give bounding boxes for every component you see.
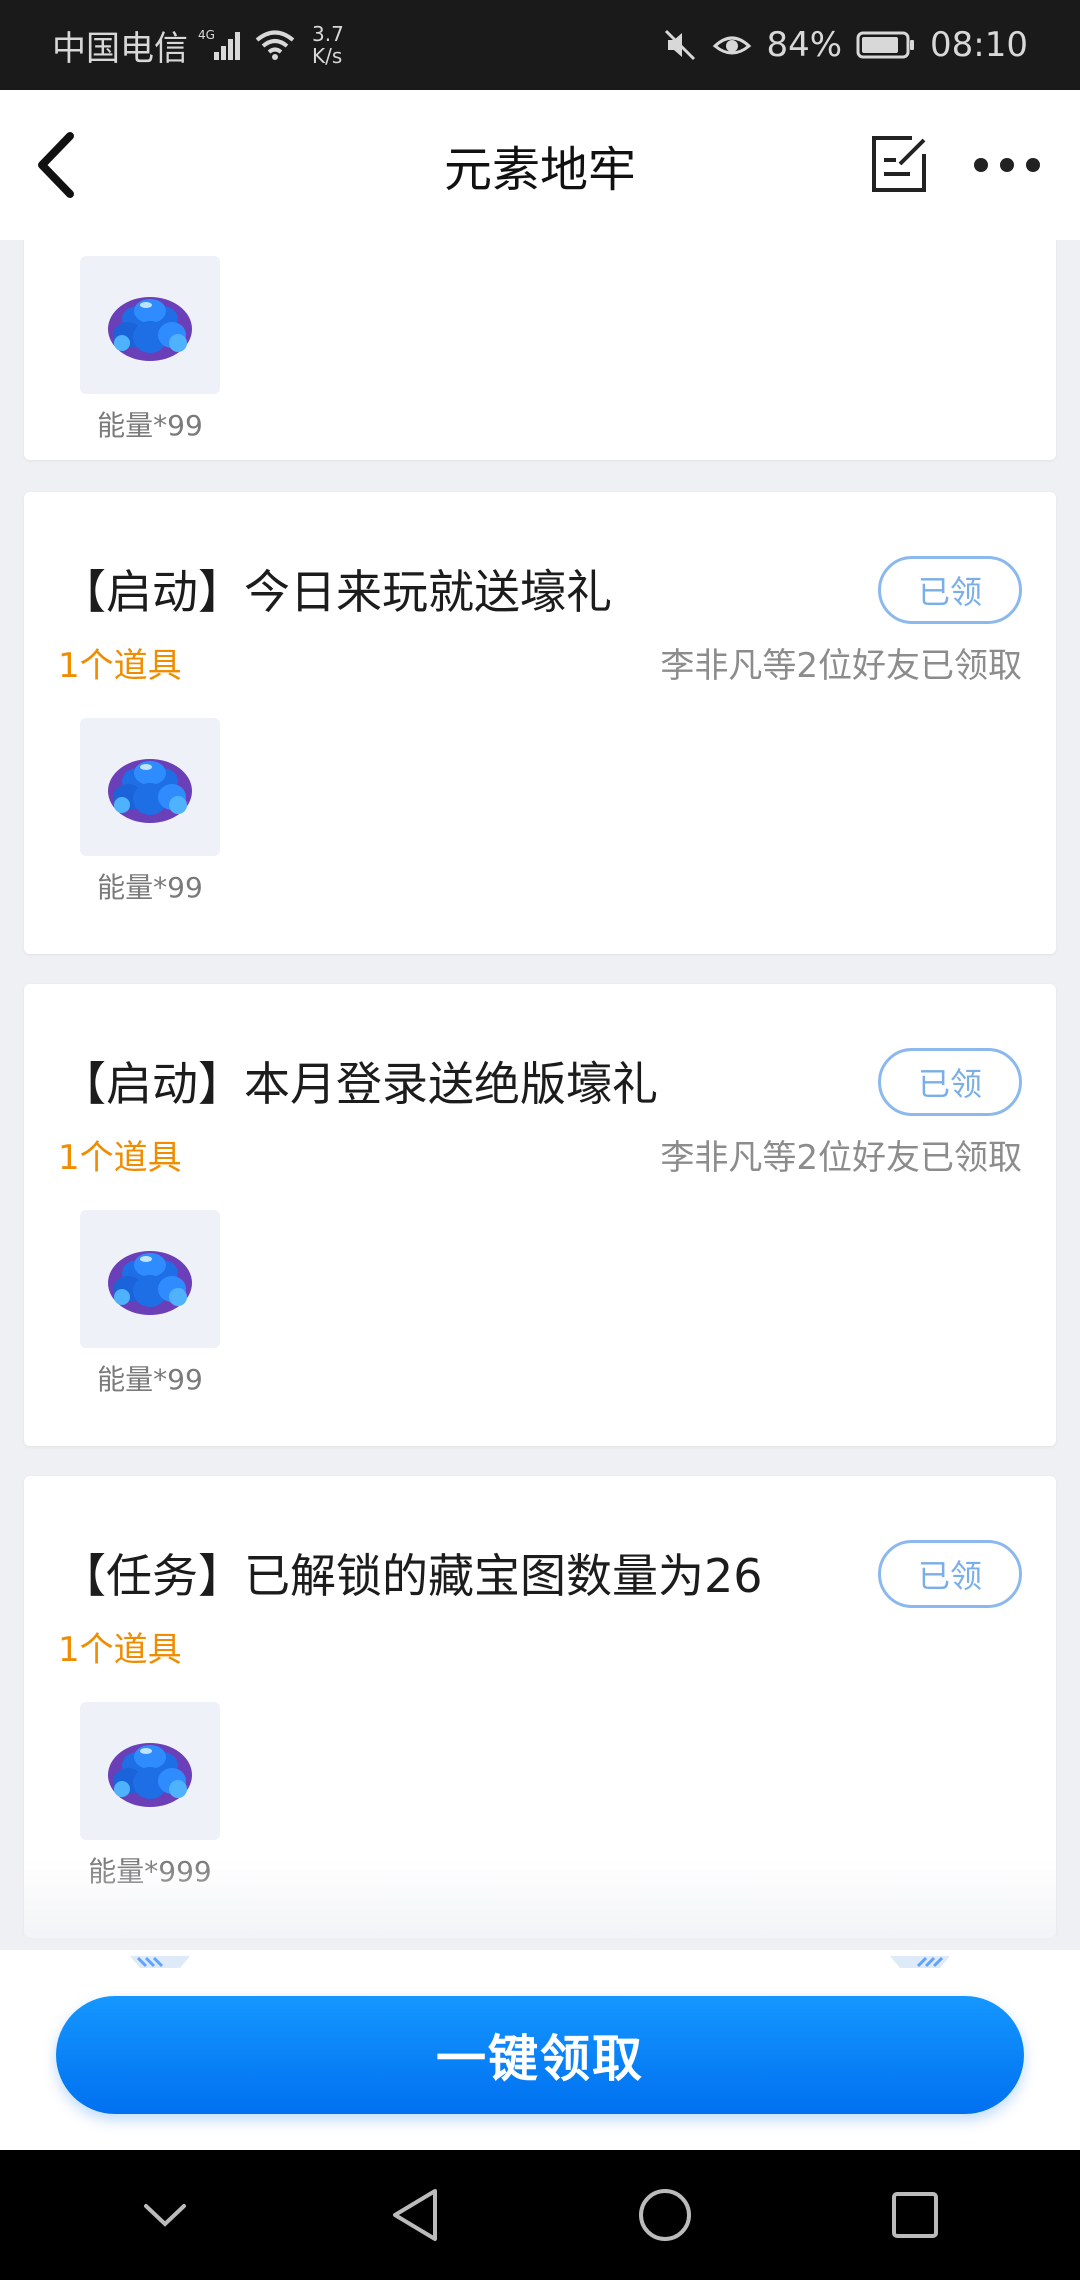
edit-button[interactable] <box>866 132 932 198</box>
card-title: 【任务】已解锁的藏宝图数量为26 <box>60 1549 763 1603</box>
carrier-label: 中国电信 <box>52 28 188 69</box>
energy-crystal-icon <box>108 1743 192 1807</box>
decoration-stripes-icon <box>130 1956 190 1968</box>
back-button[interactable] <box>20 130 90 200</box>
hide-nav-button[interactable] <box>125 2175 205 2255</box>
item-box <box>80 1702 220 1840</box>
decoration-stripes-icon <box>890 1956 950 1968</box>
square-recents-icon <box>892 2192 938 2238</box>
card-title: 【启动】今日来玩就送壕礼 <box>60 565 612 619</box>
friends-claimed: 李非凡等2位好友已领取 <box>660 1138 1022 1178</box>
gift-card: 【启动】本月登录送绝版壕礼 已领 1个道具 李非凡等2位好友已领取 能量*99 <box>24 984 1056 1446</box>
claimed-button[interactable]: 已领 <box>878 1048 1022 1116</box>
gift-card: 能量*99 <box>24 240 1056 460</box>
energy-crystal-icon <box>108 297 192 361</box>
more-icon-dot <box>1000 158 1014 172</box>
gift-card: 【启动】今日来玩就送壕礼 已领 1个道具 李非凡等2位好友已领取 能量*99 <box>24 492 1056 954</box>
wifi-icon <box>254 28 296 62</box>
item-count: 1个道具 <box>58 1630 182 1670</box>
battery-percent: 84% <box>766 25 843 65</box>
back-arrow-icon <box>38 132 74 198</box>
item-count: 1个道具 <box>58 646 182 686</box>
eye-comfort-icon <box>712 30 752 60</box>
chevron-down-icon <box>144 2204 186 2227</box>
bottom-action-area: 一键领取 <box>0 1950 1080 2150</box>
more-icon-dot <box>974 158 988 172</box>
battery-icon <box>856 30 916 60</box>
status-left: 中国电信 4G 3.7 K/s <box>52 21 344 70</box>
claimed-button[interactable]: 已领 <box>878 1540 1022 1608</box>
item-box <box>80 256 220 394</box>
network-speed: 3.7 K/s <box>312 23 344 67</box>
item-box <box>80 1210 220 1348</box>
claim-all-button[interactable]: 一键领取 <box>56 1996 1024 2114</box>
item-box <box>80 718 220 856</box>
energy-crystal-icon <box>108 759 192 823</box>
triangle-back-icon <box>393 2189 437 2241</box>
item-label: 能量*99 <box>97 871 203 904</box>
item-label: 能量*99 <box>97 409 203 442</box>
item-count: 1个道具 <box>58 1138 182 1178</box>
item-label: 能量*99 <box>97 1363 203 1396</box>
claimed-button[interactable]: 已领 <box>878 556 1022 624</box>
circle-home-icon <box>639 2189 691 2241</box>
friends-claimed: 李非凡等2位好友已领取 <box>660 646 1022 686</box>
signal-icon: 4G <box>198 28 244 62</box>
energy-crystal-icon <box>108 1251 192 1315</box>
edit-icon <box>872 136 926 192</box>
nav-back-button[interactable] <box>375 2175 455 2255</box>
more-icon-dot <box>1026 158 1040 172</box>
card-title: 【启动】本月登录送绝版壕礼 <box>60 1057 658 1111</box>
scroll-fade <box>24 1860 1056 1950</box>
system-nav-bar <box>0 2150 1080 2280</box>
speed-value: 3.7 <box>312 22 344 46</box>
nav-home-button[interactable] <box>625 2175 705 2255</box>
status-right: 84% 08:10 <box>662 25 1028 65</box>
network-type: 4G <box>198 28 215 42</box>
speed-unit: K/s <box>312 44 343 68</box>
clock: 08:10 <box>930 25 1028 65</box>
header: 元素地牢 <box>0 90 1080 240</box>
gift-list[interactable]: 能量*99 【启动】今日来玩就送壕礼 已领 1个道具 李非凡等2位好友已领取 能… <box>0 240 1080 1950</box>
status-bar: 中国电信 4G 3.7 K/s 84% 08:10 <box>0 0 1080 90</box>
nav-recents-button[interactable] <box>875 2175 955 2255</box>
more-button[interactable] <box>974 140 1040 190</box>
mute-icon <box>662 27 698 63</box>
